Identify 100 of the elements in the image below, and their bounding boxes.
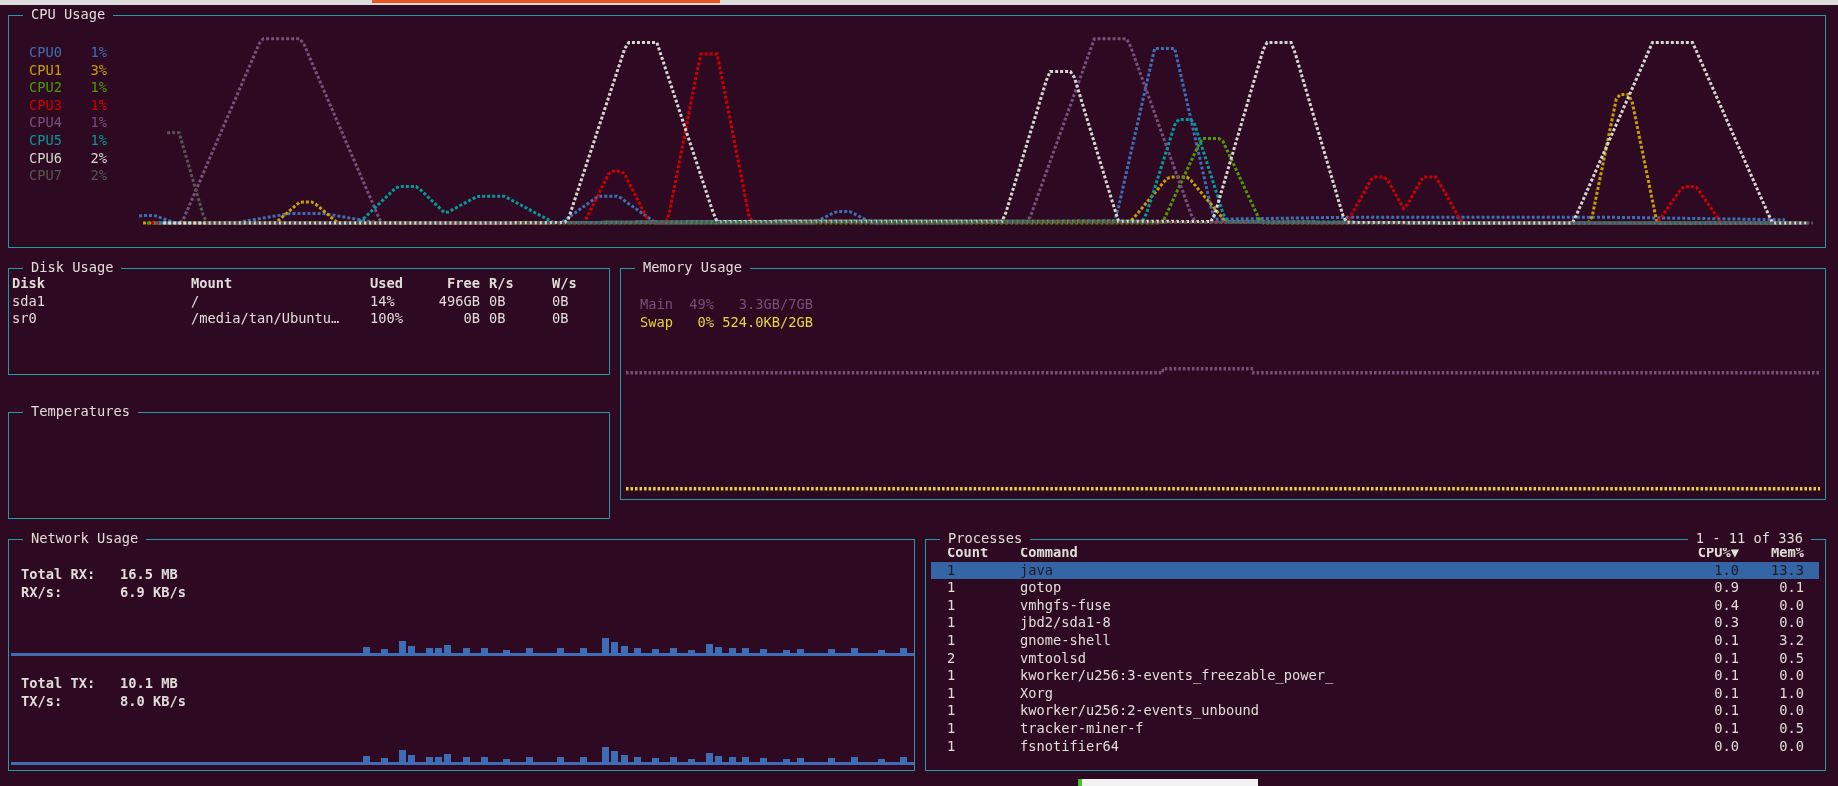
memory-amount: 524.0KB/2GB	[721, 313, 813, 332]
memory-amount: 3.3GB/7GB	[737, 296, 813, 314]
table-cell-text: 0.0	[1778, 614, 1804, 632]
table-cell-text: 0.1	[1713, 702, 1739, 720]
process-row[interactable]: 1 fsnotifier64 0.0 0.0	[931, 737, 1819, 756]
cpu-label: CPU3	[29, 96, 63, 115]
cpu-percent: 3%	[89, 61, 107, 80]
panel-title: Network Usage	[23, 530, 147, 548]
table-cell-text: 0.1	[1778, 579, 1804, 597]
table-cell-text: fsnotifier64	[1020, 737, 1120, 756]
table-cell-text: 1	[947, 561, 957, 580]
cpu-label: CPU7	[29, 167, 63, 185]
table-cell-text: 13.3	[1770, 561, 1804, 580]
panel-title: Processes	[940, 530, 1031, 548]
table-cell-text: 1	[947, 579, 957, 597]
table-cell-text: 14%	[370, 292, 396, 311]
table-cell-text: 1	[947, 702, 957, 720]
table-cell-text: 0B	[552, 310, 570, 328]
network-value: 10.1 MB	[120, 675, 178, 693]
network-value: 8.0 KB/s	[120, 692, 186, 711]
table-cell-text: 0.0	[1778, 702, 1804, 720]
table-cell-text: 0B	[488, 292, 507, 311]
table-cell-text: sda1	[12, 292, 46, 311]
process-row[interactable]: 1 jbd2/sda1-8 0.3 0.0	[931, 614, 1819, 632]
table-cell-text: kworker/u256:3-events_freezable_power_	[1020, 667, 1335, 685]
table-cell-text: 100%	[370, 310, 404, 328]
table-cell-text: 1	[947, 684, 957, 703]
table-cell-text: 0.1	[1713, 684, 1739, 703]
cpu-percent: 1%	[89, 114, 107, 132]
column-header: Mount	[191, 275, 234, 293]
cpu-percent: 2%	[89, 167, 107, 185]
table-cell-text: 3.2	[1778, 631, 1804, 650]
table-cell-text: 0.5	[1778, 649, 1804, 668]
table-cell-text: 0.9	[1713, 579, 1739, 597]
process-row[interactable]: 2 vmtoolsd 0.1 0.5	[931, 649, 1819, 668]
table-cell-text: 496GB	[437, 292, 480, 311]
table-cell-text: 0.0	[1713, 737, 1739, 756]
process-row[interactable]: 1 kworker/u256:3-events_freezable_power_ 0.1 0.0	[931, 667, 1819, 685]
table-cell-text: 0.1	[1713, 631, 1739, 650]
process-row[interactable]: 1 tracker-miner-f 0.1 0.5	[931, 719, 1819, 738]
table-cell-text: jbd2/sda1-8	[1020, 614, 1112, 632]
table-cell-text: 1	[947, 737, 957, 756]
table-cell-text: gnome-shell	[1020, 631, 1112, 650]
cpu-percent: 1%	[89, 79, 107, 97]
table-cell-text: vmhgfs-fuse	[1020, 596, 1112, 615]
table-cell-text: 0.4	[1713, 596, 1739, 615]
table-cell-text: sr0	[12, 310, 38, 328]
table-cell-text: 2	[947, 649, 957, 668]
network-label: RX/s:	[21, 583, 64, 602]
table-cell-text: 1	[947, 631, 957, 650]
column-header: Used	[370, 275, 404, 293]
process-row[interactable]: 1 Xorg 0.1 1.0	[931, 684, 1819, 703]
table-cell-text: /	[191, 292, 201, 311]
table-cell-text: 0B	[552, 292, 570, 311]
table-cell-text: 1	[947, 614, 957, 632]
table-cell-text: 0.0	[1778, 596, 1804, 615]
table-cell-text: tracker-miner-f	[1020, 719, 1145, 738]
network-label: TX/s:	[21, 692, 64, 711]
cpu-label: CPU6	[29, 149, 63, 168]
table-cell-text: 0.1	[1713, 649, 1739, 668]
network-label: Total TX:	[21, 675, 97, 693]
cpu-label: CPU5	[29, 131, 63, 150]
table-cell-text: 0.1	[1713, 719, 1739, 738]
column-header: R/s	[488, 275, 515, 293]
table-cell-text: 0.0	[1778, 667, 1804, 685]
cpu-label: CPU2	[29, 79, 63, 97]
column-header: W/s	[552, 275, 578, 293]
panel-title: Temperatures	[23, 403, 138, 421]
cpu-label: CPU1	[29, 61, 63, 80]
table-cell-text: 0B	[462, 310, 480, 328]
panel-title: CPU Usage	[23, 6, 114, 24]
table-cell-text: 1.0	[1778, 684, 1804, 703]
process-row[interactable]: 1 gotop 0.9 0.1	[931, 579, 1819, 597]
table-cell-text: vmtoolsd	[1020, 649, 1087, 668]
panel-title: Memory Usage	[635, 259, 750, 277]
table-cell-text: 1	[947, 596, 957, 615]
memory-percent: 0%	[696, 313, 714, 332]
column-header: Free	[446, 275, 480, 293]
table-cell-text: 0.1	[1713, 667, 1739, 685]
table-cell-text: 1	[947, 667, 957, 685]
memory-label: Main	[640, 296, 674, 314]
network-value: 16.5 MB	[120, 566, 178, 584]
column-header: Disk	[12, 275, 46, 293]
table-cell-text: 0.5	[1778, 719, 1804, 738]
table-cell-text: 0B	[488, 310, 507, 328]
table-cell-text: 1	[947, 719, 957, 738]
memory-percent: 49%	[688, 296, 714, 314]
table-cell-text: 0.0	[1778, 737, 1804, 756]
process-row[interactable]: 1 gnome-shell 0.1 3.2	[931, 631, 1819, 650]
table-cell-text: kworker/u256:2-events_unbound	[1020, 702, 1260, 720]
panel-title: Disk Usage	[23, 259, 122, 277]
process-row[interactable]: 1 vmhgfs-fuse 0.4 0.0	[931, 596, 1819, 615]
cpu-percent: 1%	[89, 96, 107, 115]
cpu-percent: 1%	[89, 44, 107, 62]
table-cell-text: gotop	[1020, 579, 1063, 597]
cpu-percent: 1%	[89, 131, 107, 150]
table-cell-text: Xorg	[1020, 684, 1054, 703]
network-value: 6.9 KB/s	[120, 583, 186, 602]
process-row[interactable]: 1 kworker/u256:2-events_unbound 0.1 0.0	[931, 702, 1819, 720]
process-count: 1 - 11 of 336	[1687, 530, 1811, 548]
